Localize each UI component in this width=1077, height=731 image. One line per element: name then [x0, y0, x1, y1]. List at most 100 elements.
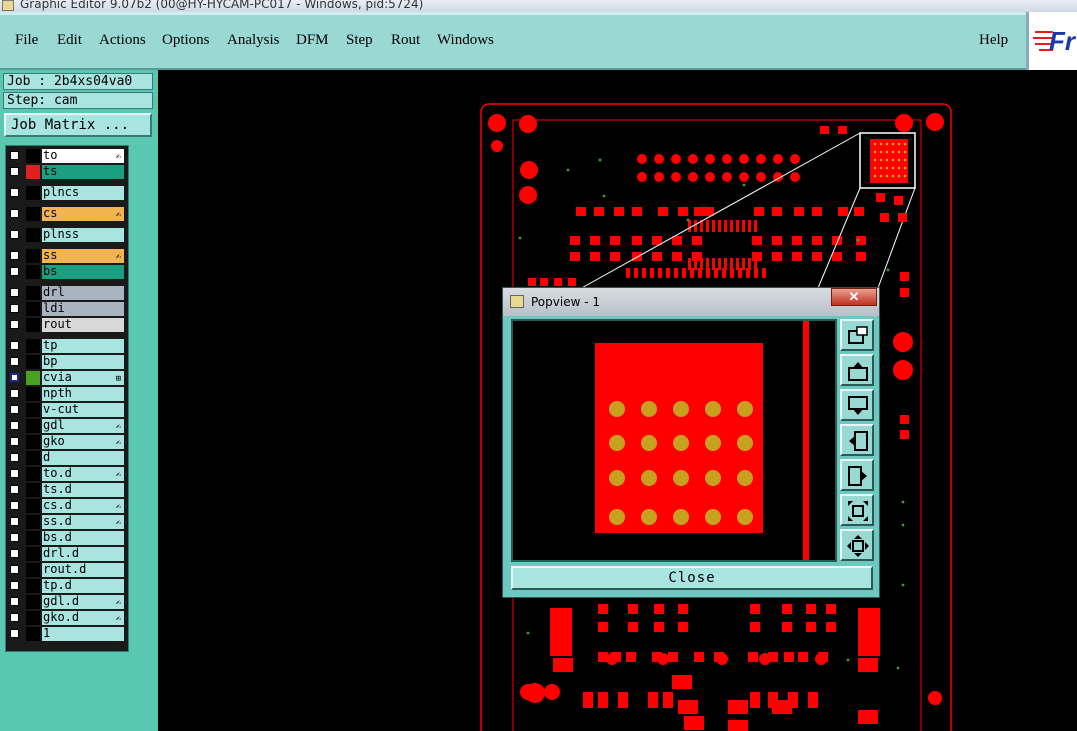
layer-checkbox[interactable] — [10, 251, 19, 260]
layer-checkbox[interactable] — [10, 581, 19, 590]
layer-checkbox[interactable] — [10, 549, 19, 558]
layer-row-13[interactable]: npth — [6, 386, 128, 402]
layer-checkbox[interactable] — [10, 453, 19, 462]
layer-row-3[interactable]: cs ✍ — [6, 206, 128, 222]
layer-name[interactable]: 1 — [42, 627, 124, 641]
layer-name[interactable]: rout.d — [42, 563, 124, 577]
layer-row-10[interactable]: tp — [6, 338, 128, 354]
popview-tool-button-0[interactable] — [840, 319, 874, 351]
layer-checkbox[interactable] — [10, 320, 19, 329]
layer-color-swatch[interactable] — [26, 435, 40, 449]
layer-row-22[interactable]: bs.d — [6, 530, 128, 546]
popview-tool-button-2[interactable] — [840, 389, 874, 421]
layer-checkbox[interactable] — [10, 517, 19, 526]
menu-file[interactable]: File — [15, 32, 38, 49]
layer-color-swatch[interactable] — [26, 265, 40, 279]
layer-row-0[interactable]: to ✍ — [6, 148, 128, 164]
layer-color-swatch[interactable] — [26, 371, 40, 385]
layer-name[interactable]: plnss — [42, 228, 124, 242]
layer-name[interactable]: bp — [42, 355, 124, 369]
layer-color-swatch[interactable] — [26, 547, 40, 561]
layer-checkbox[interactable] — [10, 357, 19, 366]
layer-name[interactable]: plncs — [42, 186, 124, 200]
layer-name[interactable]: cs ✍ — [42, 207, 124, 221]
layer-row-16[interactable]: gko ✍ — [6, 434, 128, 450]
layer-color-swatch[interactable] — [26, 611, 40, 625]
popview-titlebar[interactable]: Popview - 1 — [503, 288, 879, 316]
layer-row-21[interactable]: ss.d ✍ — [6, 514, 128, 530]
layer-checkbox[interactable] — [10, 267, 19, 276]
layer-checkbox[interactable] — [10, 151, 19, 160]
popview-tool-button-6[interactable] — [840, 529, 874, 561]
layer-scroll-area[interactable] — [128, 145, 155, 650]
popview-tool-button-5[interactable] — [840, 494, 874, 526]
layer-color-swatch[interactable] — [26, 186, 40, 200]
layer-row-5[interactable]: ss ✍ — [6, 248, 128, 264]
layer-color-swatch[interactable] — [26, 249, 40, 263]
menu-dfm[interactable]: DFM — [296, 32, 329, 49]
layer-color-swatch[interactable] — [26, 149, 40, 163]
layer-color-swatch[interactable] — [26, 467, 40, 481]
layer-name[interactable]: tp.d — [42, 579, 124, 593]
layer-checkbox[interactable] — [10, 597, 19, 606]
layer-checkbox[interactable] — [10, 304, 19, 313]
menu-actions[interactable]: Actions — [99, 32, 146, 49]
layer-name[interactable]: v-cut — [42, 403, 124, 417]
layer-color-swatch[interactable] — [26, 579, 40, 593]
layer-name[interactable]: gko ✍ — [42, 435, 124, 449]
layer-row-2[interactable]: plncs — [6, 185, 128, 201]
layer-color-swatch[interactable] — [26, 286, 40, 300]
layer-color-swatch[interactable] — [26, 387, 40, 401]
layer-color-swatch[interactable] — [26, 207, 40, 221]
layer-name[interactable]: gko.d ✍ — [42, 611, 124, 625]
layer-row-7[interactable]: drl — [6, 285, 128, 301]
layer-row-20[interactable]: cs.d ✍ — [6, 498, 128, 514]
layer-name[interactable]: rout — [42, 318, 124, 332]
layer-checkbox[interactable] — [10, 405, 19, 414]
popview-tool-button-1[interactable] — [840, 354, 874, 386]
layer-row-12[interactable]: cvia ⊞ — [6, 370, 128, 386]
layer-color-swatch[interactable] — [26, 355, 40, 369]
layer-checkbox[interactable] — [10, 421, 19, 430]
layer-name[interactable]: drl — [42, 286, 124, 300]
layer-color-swatch[interactable] — [26, 563, 40, 577]
menu-help[interactable]: Help — [979, 32, 1008, 49]
layer-color-swatch[interactable] — [26, 419, 40, 433]
layer-checkbox[interactable] — [10, 167, 19, 176]
layer-row-6[interactable]: bs — [6, 264, 128, 280]
layer-checkbox[interactable] — [10, 501, 19, 510]
layer-checkbox[interactable] — [10, 389, 19, 398]
layer-color-swatch[interactable] — [26, 483, 40, 497]
layer-checkbox[interactable] — [10, 613, 19, 622]
layer-name[interactable]: gdl ✍ — [42, 419, 124, 433]
layer-row-17[interactable]: d — [6, 450, 128, 466]
layer-name[interactable]: cs.d ✍ — [42, 499, 124, 513]
layer-checkbox[interactable] — [10, 629, 19, 638]
layer-name[interactable]: bs.d — [42, 531, 124, 545]
layer-name[interactable]: ts.d — [42, 483, 124, 497]
layer-checkbox[interactable] — [10, 485, 19, 494]
layer-name[interactable]: gdl.d ✍ — [42, 595, 124, 609]
layer-row-24[interactable]: rout.d — [6, 562, 128, 578]
layer-row-28[interactable]: 1 — [6, 626, 128, 642]
layer-checkbox[interactable] — [10, 533, 19, 542]
layer-name[interactable]: cvia ⊞ — [42, 371, 124, 385]
layer-name[interactable]: ts — [42, 165, 124, 179]
layer-name[interactable]: npth — [42, 387, 124, 401]
layer-name[interactable]: to.d ✍ — [42, 467, 124, 481]
layer-checkbox[interactable] — [10, 565, 19, 574]
menu-rout[interactable]: Rout — [391, 32, 420, 49]
popview-close-button[interactable]: Close — [511, 566, 873, 590]
layer-name[interactable]: ldi — [42, 302, 124, 316]
layer-name[interactable]: ss ✍ — [42, 249, 124, 263]
layer-checkbox[interactable] — [10, 469, 19, 478]
layer-name[interactable]: d — [42, 451, 124, 465]
layer-checkbox[interactable] — [10, 341, 19, 350]
layer-color-swatch[interactable] — [26, 595, 40, 609]
popview-viewport[interactable] — [511, 319, 837, 562]
layer-name[interactable]: drl.d — [42, 547, 124, 561]
layer-checkbox[interactable] — [10, 437, 19, 446]
layer-color-swatch[interactable] — [26, 531, 40, 545]
popview-close-icon[interactable]: ✕ — [831, 288, 877, 306]
layer-color-swatch[interactable] — [26, 318, 40, 332]
